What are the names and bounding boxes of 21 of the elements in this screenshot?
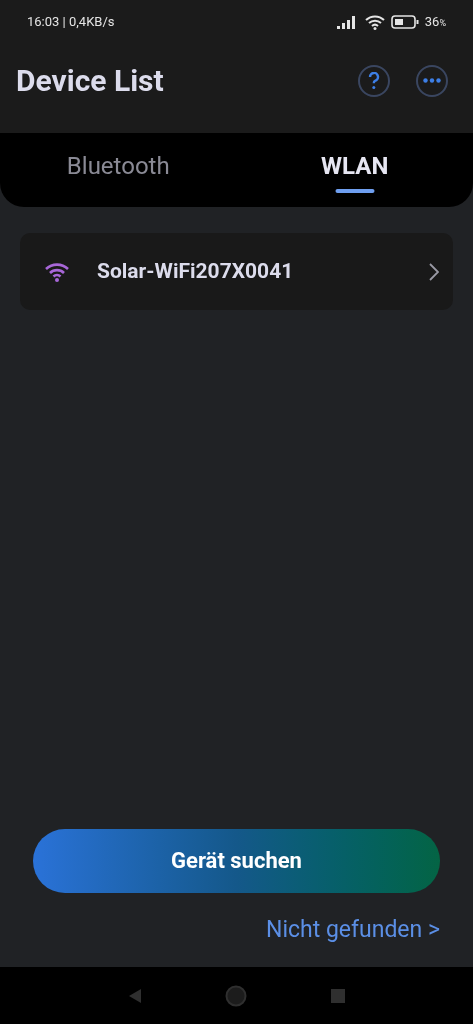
tab[interactable]: WLAN	[236, 133, 473, 207]
question-icon	[368, 71, 380, 90]
tab-indicator	[335, 189, 375, 193]
help-button[interactable]	[358, 64, 390, 97]
home-icon[interactable]	[224, 984, 247, 1007]
back-icon[interactable]	[128, 988, 141, 1003]
recents-icon[interactable]	[330, 988, 345, 1003]
wifi-icon	[364, 14, 385, 30]
more-button[interactable]	[416, 64, 448, 97]
status-time: 16:03 | 0,4KB/s	[27, 13, 115, 32]
device-row[interactable]: Solar-WiFi207X0041	[20, 233, 453, 310]
not-found-link[interactable]: Nicht gefunden >	[265, 912, 440, 947]
battery-icon	[390, 15, 419, 29]
tab[interactable]: Bluetooth	[0, 133, 237, 207]
battery-percent: 36%	[424, 13, 446, 32]
more-icon	[423, 78, 441, 83]
device-name: Solar-WiFi207X0041	[97, 257, 295, 285]
wifi-icon	[44, 261, 70, 282]
page-title: Device List	[16, 62, 164, 100]
chevron-right-icon	[429, 262, 439, 281]
search-device-button[interactable]: Gerät suchen	[33, 828, 440, 893]
